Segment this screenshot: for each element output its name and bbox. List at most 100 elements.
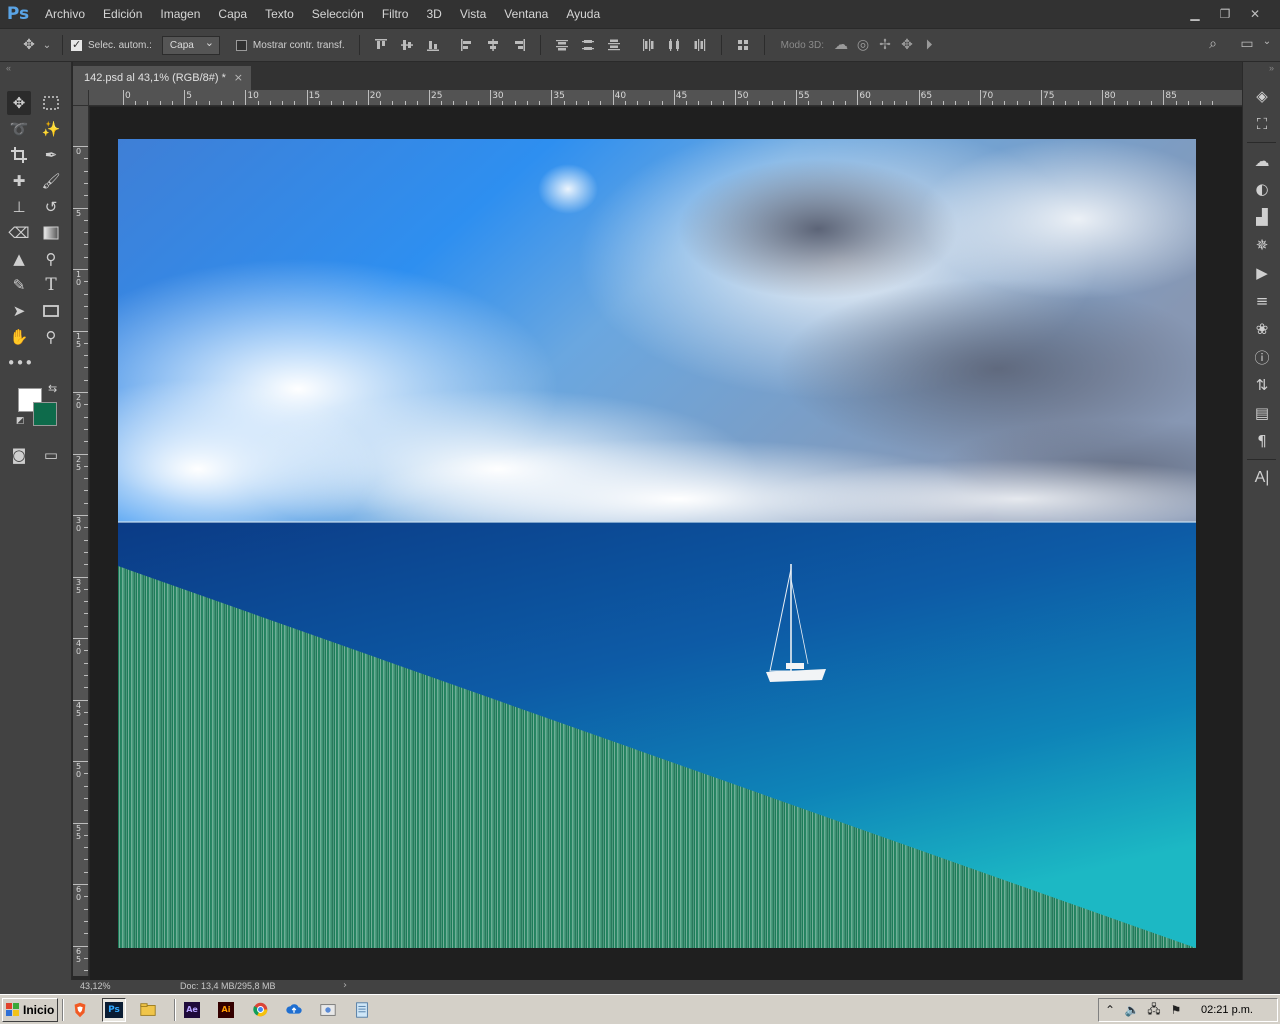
zoom-tool-icon[interactable]: ⚲ (39, 325, 63, 349)
menu-vista[interactable]: Vista (451, 0, 495, 28)
adjustments-panel-icon[interactable]: ◐ (1243, 175, 1280, 203)
chevron-down-icon[interactable]: ⌄ (40, 40, 54, 51)
move-tool-icon[interactable]: ✥ (18, 37, 40, 53)
menu-edicion[interactable]: Edición (94, 0, 151, 28)
expand-panels-icon[interactable]: » (1243, 62, 1280, 74)
network-icon[interactable]: 🖧 (1143, 1000, 1165, 1021)
collapse-panel-icon[interactable]: « (0, 62, 71, 74)
action-center-flag-icon[interactable]: ⚑ (1165, 1003, 1187, 1017)
menu-imagen[interactable]: Imagen (151, 0, 209, 28)
menu-filtro[interactable]: Filtro (373, 0, 418, 28)
status-menu-icon[interactable]: › (343, 980, 347, 991)
restore-icon[interactable]: ❐ (1210, 7, 1240, 21)
info-panel-icon[interactable]: ⓘ (1243, 343, 1280, 371)
align-hcenter-icon[interactable] (480, 34, 506, 56)
clock[interactable]: 02:21 p.m. (1201, 1004, 1253, 1016)
clone-stamp-tool-icon[interactable]: ⊥ (7, 195, 31, 219)
align-bottom-icon[interactable] (420, 34, 446, 56)
align-top-icon[interactable] (368, 34, 394, 56)
auto-align-icon[interactable] (730, 34, 756, 56)
quick-mask-icon[interactable]: ◙ (7, 443, 31, 467)
close-icon[interactable]: ✕ (1240, 7, 1270, 21)
roll-3d-icon[interactable]: ◎ (852, 37, 874, 53)
paragraph-panel-icon[interactable]: ¶ (1243, 427, 1280, 455)
chrome-icon[interactable] (248, 998, 272, 1022)
slide-3d-icon[interactable]: ✥ (896, 37, 918, 53)
search-icon[interactable]: ⌕ (1202, 36, 1224, 52)
file-explorer-icon[interactable] (136, 998, 160, 1022)
screen-mode-icon[interactable]: ▭ (39, 443, 63, 467)
menu-ayuda[interactable]: Ayuda (557, 0, 609, 28)
channels-panel-icon[interactable]: ▤ (1243, 399, 1280, 427)
type-tool-icon[interactable]: T (39, 273, 63, 297)
paths-panel-icon[interactable]: ⛶ (1243, 110, 1280, 138)
brush-tool-icon[interactable]: 🖌 (39, 169, 63, 193)
dodge-tool-icon[interactable]: ⚲ (39, 247, 63, 271)
default-colors-icon[interactable]: ◩ (16, 416, 25, 426)
history-brush-tool-icon[interactable]: ↺ (39, 195, 63, 219)
healing-brush-tool-icon[interactable]: ✚ (7, 169, 31, 193)
distribute-bottom-icon[interactable] (601, 34, 627, 56)
rectangle-tool-icon[interactable] (39, 299, 63, 323)
distribute-vcenter-icon[interactable] (575, 34, 601, 56)
distribute-right-icon[interactable] (687, 34, 713, 56)
minimize-icon[interactable]: ▁ (1180, 7, 1210, 21)
distribute-top-icon[interactable] (549, 34, 575, 56)
volume-icon[interactable]: 🔈 (1121, 1003, 1143, 1017)
workspace-icon[interactable]: ▭ (1236, 36, 1258, 52)
brush-settings-panel-icon[interactable]: ≡ (1243, 287, 1280, 315)
background-color-swatch[interactable] (33, 402, 57, 426)
character-panel-icon[interactable]: A| (1243, 464, 1280, 492)
pen-tool-icon[interactable]: ✎ (7, 273, 31, 297)
menu-seleccion[interactable]: Selección (303, 0, 373, 28)
histogram-panel-icon[interactable]: ▟ (1243, 203, 1280, 231)
menu-texto[interactable]: Texto (256, 0, 303, 28)
menu-archivo[interactable]: Archivo (36, 0, 94, 28)
eyedropper-tool-icon[interactable]: ✒ (39, 143, 63, 167)
horizontal-ruler[interactable]: 0 5 10 15 20 25 30 35 40 45 50 55 60 65 70 75 80 85 (89, 90, 1242, 106)
crop-tool-icon[interactable] (7, 143, 31, 167)
menu-3d[interactable]: 3D (417, 0, 450, 28)
move-tool-icon[interactable]: ✥ (7, 91, 31, 115)
menu-ventana[interactable]: Ventana (495, 0, 557, 28)
document-tab[interactable]: 142.psd al 43,1% (RGB/8#) * × (73, 66, 251, 90)
more-tools-icon[interactable]: ••• (7, 351, 34, 375)
ruler-origin[interactable] (73, 90, 89, 106)
hand-tool-icon[interactable]: ✋ (7, 325, 31, 349)
distribute-hcenter-icon[interactable] (661, 34, 687, 56)
path-selection-tool-icon[interactable]: ➤ (7, 299, 31, 323)
history-panel-icon[interactable]: ⇅ (1243, 371, 1280, 399)
color-panel-icon[interactable]: ❀ (1243, 315, 1280, 343)
blur-tool-icon[interactable]: ▲ (7, 247, 31, 271)
creative-cloud-icon[interactable] (282, 998, 306, 1022)
image-canvas[interactable] (118, 139, 1196, 948)
lasso-tool-icon[interactable]: ➰ (7, 117, 31, 141)
vertical-ruler[interactable]: 0 5 10 15 20 25 30 35 40 45 50 55 60 65 (73, 106, 89, 976)
illustrator-icon[interactable]: Ai (214, 998, 238, 1022)
align-right-icon[interactable] (506, 34, 532, 56)
gradient-tool-icon[interactable] (39, 221, 63, 245)
orbit-3d-icon[interactable]: ☁ (830, 37, 852, 53)
align-left-icon[interactable] (454, 34, 480, 56)
swap-colors-icon[interactable]: ⇆ (48, 382, 57, 395)
pan-3d-icon[interactable]: ✢ (874, 37, 896, 53)
navigator-panel-icon[interactable]: ✵ (1243, 231, 1280, 259)
transform-controls-checkbox[interactable] (235, 39, 247, 51)
zoom-level[interactable]: 43,12% (80, 981, 111, 991)
libraries-panel-icon[interactable]: ☁ (1243, 147, 1280, 175)
magic-wand-tool-icon[interactable]: ✨ (39, 117, 63, 141)
menu-capa[interactable]: Capa (209, 0, 256, 28)
distribute-left-icon[interactable] (635, 34, 661, 56)
close-tab-icon[interactable]: × (234, 66, 243, 90)
auto-select-target-dropdown[interactable]: Capa (161, 34, 220, 55)
actions-panel-icon[interactable]: ▶ (1243, 259, 1280, 287)
start-button[interactable]: Inicio (2, 997, 58, 1022)
scale-3d-icon[interactable]: ⏵ (918, 37, 940, 53)
eraser-tool-icon[interactable]: ⌫ (7, 221, 31, 245)
photoshop-taskbar-button[interactable]: Ps (102, 997, 126, 1022)
chevron-down-icon[interactable]: ⌄ (1256, 36, 1278, 47)
after-effects-icon[interactable]: Ae (180, 998, 204, 1022)
align-vcenter-icon[interactable] (394, 34, 420, 56)
show-hidden-icons-icon[interactable]: ⌃ (1099, 1003, 1121, 1017)
notepad-icon[interactable] (350, 998, 374, 1022)
